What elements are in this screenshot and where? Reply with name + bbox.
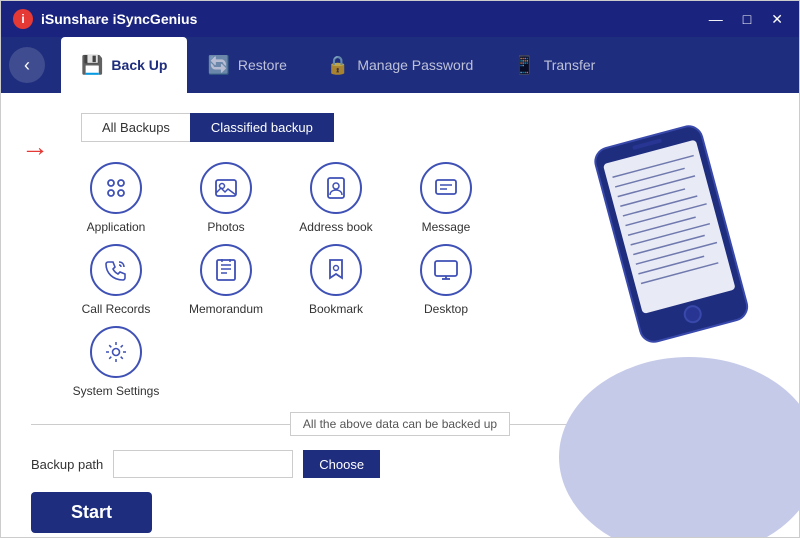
nav-bar: ‹ 💾 Back Up 🔄 Restore 🔒 Manage Password … bbox=[1, 37, 799, 93]
application-icon bbox=[90, 162, 142, 214]
backup-icon: 💾 bbox=[81, 55, 103, 76]
icon-photos[interactable]: Photos bbox=[171, 162, 281, 234]
icon-memorandum[interactable]: Memorandum bbox=[171, 244, 281, 316]
start-button[interactable]: Start bbox=[31, 492, 152, 533]
app-icon: i bbox=[13, 9, 33, 29]
main-content: → All Backups Classified backup bbox=[1, 93, 799, 537]
desktop-icon bbox=[420, 244, 472, 296]
tab-restore[interactable]: 🔄 Restore bbox=[187, 37, 306, 93]
tab-backup[interactable]: 💾 Back Up bbox=[61, 37, 187, 93]
app-title: iSunshare iSyncGenius bbox=[41, 11, 705, 27]
all-backups-tab[interactable]: All Backups bbox=[81, 113, 190, 142]
window-controls: — □ ✕ bbox=[705, 11, 787, 28]
icon-message[interactable]: Message bbox=[391, 162, 501, 234]
tab-transfer-label: Transfer bbox=[544, 57, 596, 73]
tab-password[interactable]: 🔒 Manage Password bbox=[307, 37, 493, 93]
memorandum-icon bbox=[200, 244, 252, 296]
backup-path-input[interactable] bbox=[113, 450, 293, 478]
tab-restore-label: Restore bbox=[238, 57, 287, 73]
backup-path-label: Backup path bbox=[31, 457, 103, 472]
divider-text: All the above data can be backed up bbox=[290, 412, 510, 436]
classified-backup-tab[interactable]: Classified backup bbox=[190, 113, 334, 142]
icon-desktop[interactable]: Desktop bbox=[391, 244, 501, 316]
divider-left bbox=[31, 424, 290, 425]
restore-icon: 🔄 bbox=[207, 55, 229, 76]
title-bar: i iSunshare iSyncGenius — □ ✕ bbox=[1, 1, 799, 37]
photos-icon bbox=[200, 162, 252, 214]
minimize-button[interactable]: — bbox=[705, 11, 727, 28]
icon-call-records[interactable]: Call Records bbox=[61, 244, 171, 316]
icon-application[interactable]: Application bbox=[61, 162, 171, 234]
tab-backup-label: Back Up bbox=[111, 57, 167, 73]
bookmark-icon bbox=[310, 244, 362, 296]
back-button[interactable]: ‹ bbox=[9, 47, 45, 83]
choose-button[interactable]: Choose bbox=[303, 450, 380, 478]
icon-system-settings[interactable]: System Settings bbox=[61, 326, 171, 398]
phone-illustration bbox=[579, 103, 779, 423]
addressbook-icon bbox=[310, 162, 362, 214]
callrecords-icon bbox=[90, 244, 142, 296]
tab-password-label: Manage Password bbox=[357, 57, 473, 73]
arrow-indicator: → bbox=[21, 131, 49, 163]
lock-icon: 🔒 bbox=[327, 55, 349, 76]
icon-bookmark[interactable]: Bookmark bbox=[281, 244, 391, 316]
systemsettings-icon bbox=[90, 326, 142, 378]
icon-address-book[interactable]: Address book bbox=[281, 162, 391, 234]
message-icon bbox=[420, 162, 472, 214]
transfer-icon: 📱 bbox=[513, 55, 535, 76]
maximize-button[interactable]: □ bbox=[739, 11, 755, 28]
tab-transfer[interactable]: 📱 Transfer bbox=[493, 37, 615, 93]
main-window: i iSunshare iSyncGenius — □ ✕ ‹ 💾 Back U… bbox=[0, 0, 800, 538]
close-button[interactable]: ✕ bbox=[767, 11, 787, 28]
